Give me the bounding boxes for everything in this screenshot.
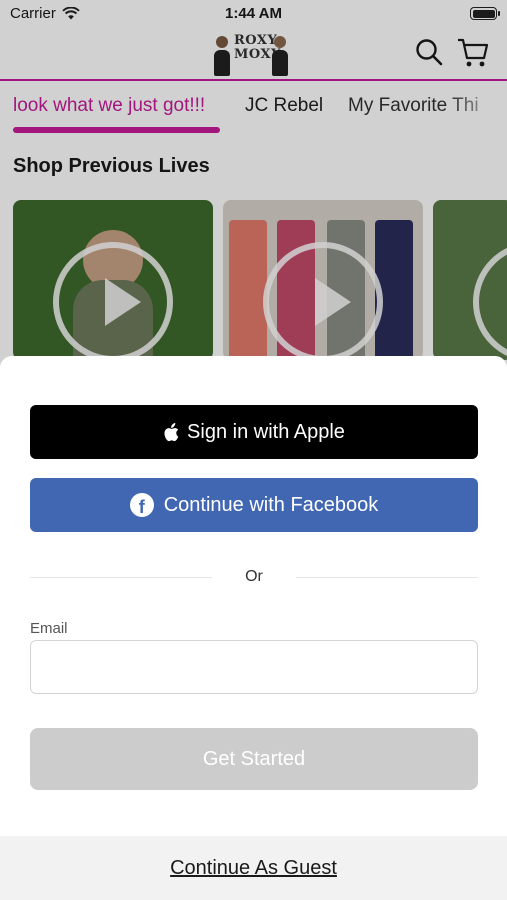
email-input[interactable] <box>30 640 478 694</box>
continue-with-facebook-button[interactable]: f Continue with Facebook <box>30 478 478 532</box>
sign-in-sheet: Sign in with Apple f Continue with Faceb… <box>0 356 507 900</box>
apple-icon <box>164 422 179 441</box>
continue-as-guest-link[interactable]: Continue As Guest <box>0 857 507 880</box>
email-label: Email <box>30 620 68 637</box>
facebook-icon: f <box>129 493 154 517</box>
divider-line-right <box>296 577 478 578</box>
sign-in-with-apple-button[interactable]: Sign in with Apple <box>30 405 478 459</box>
facebook-button-label: Continue with Facebook <box>163 493 379 516</box>
apple-button-label: Sign in with Apple <box>187 420 345 443</box>
or-divider: Or <box>30 566 478 590</box>
guest-bar: Continue As Guest <box>0 836 507 900</box>
get-started-button[interactable]: Get Started <box>30 728 478 790</box>
